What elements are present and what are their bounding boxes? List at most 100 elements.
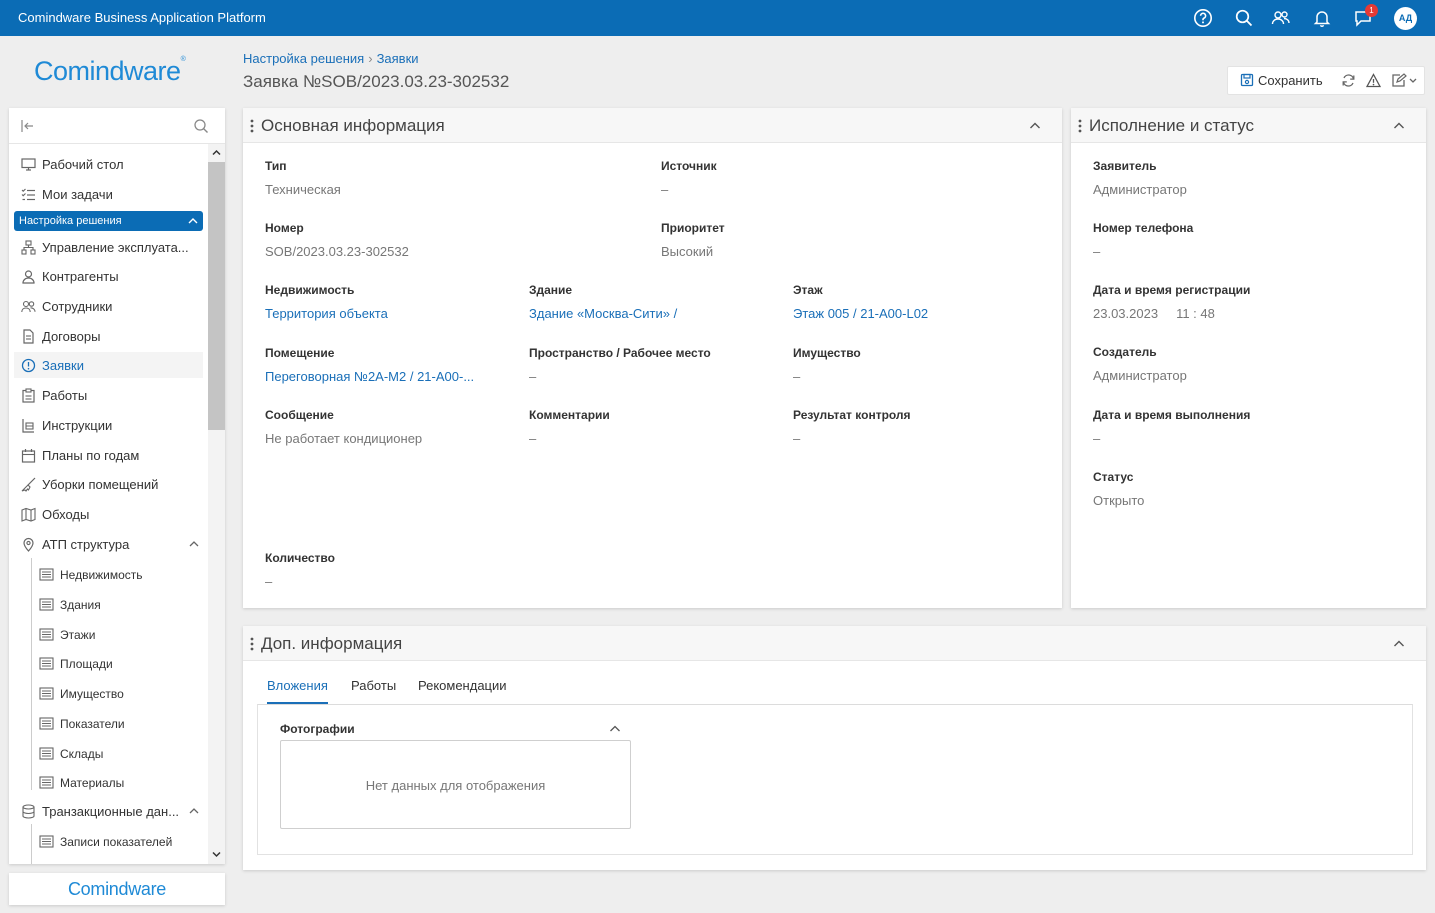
field-floor: Этаж Этаж 005 / 21-A00-L02 [793,283,929,321]
field-value: Администратор [1093,182,1187,197]
sidebar-item-atp-structure[interactable]: АТП структура [14,531,203,557]
collapse-sidebar-icon[interactable] [21,119,35,133]
sidebar-group-solution-settings[interactable]: Настройка решения [14,211,203,231]
database-icon [21,804,36,819]
sidebar-item-contractors[interactable]: Контрагенты [14,263,203,289]
floor-link[interactable]: Этаж 005 / 21-A00-L02 [793,306,928,321]
panel-title: Основная информация [261,116,445,135]
room-link[interactable]: Переговорная №2А-М2 / 21-A00-... [265,369,474,384]
collapse-panel-icon[interactable] [1029,120,1041,132]
sidebar-subitem-materials[interactable]: Материалы [14,769,203,795]
sidebar-item-yearly-plans[interactable]: Планы по годам [14,442,203,468]
scroll-down-icon[interactable] [212,850,221,859]
field-value: – [265,574,273,589]
sidebar-subitem-indicator-records[interactable]: Записи показателей [14,828,203,854]
field-quantity: Количество – [265,551,335,589]
field-value: Не работает кондиционер [265,431,423,446]
chevron-up-icon[interactable] [189,806,199,816]
clipboard-icon [21,388,36,403]
sidebar: Рабочий стол Мои задачи Настройка решени… [9,108,225,864]
collapse-panel-icon[interactable] [1393,638,1405,650]
chevron-up-icon[interactable] [189,539,199,549]
breadcrumb-item-requests[interactable]: Заявки [377,51,419,66]
top-bar: Comindware Business Application Platform… [0,0,1435,36]
broom-icon [21,477,36,492]
status-value: Открыто [1093,493,1145,508]
field-property: Имущество – [793,346,861,384]
refresh-icon[interactable] [1341,73,1356,88]
pin-icon [21,537,36,552]
document-icon [21,329,36,344]
building-link[interactable]: Здание «Москва-Сити» / [529,306,677,321]
field-value: – [1093,431,1101,446]
panel-title: Исполнение и статус [1089,116,1255,135]
sidebar-item-contracts[interactable]: Договоры [14,323,203,349]
field-value: – [1093,244,1101,259]
drag-handle-icon[interactable] [250,637,254,651]
list-icon [39,686,54,701]
help-icon[interactable] [1193,8,1213,28]
sidebar-search-icon[interactable] [193,118,209,134]
sidebar-item-works[interactable]: Работы [14,382,203,408]
sidebar-subitem-areas[interactable]: Площади [14,650,203,676]
list-icon [39,627,54,642]
people-icon[interactable] [1271,8,1291,28]
list-icon [39,567,54,582]
user-avatar[interactable]: АД [1394,7,1417,30]
warning-icon[interactable] [1366,73,1381,88]
app-title: Comindware Business Application Platform [18,10,266,25]
desktop-icon [21,157,36,172]
sidebar-subitem-property[interactable]: Имущество [14,680,203,706]
list-icon [39,716,54,731]
photos-gallery[interactable]: Нет данных для отображения [280,740,631,829]
field-control-result: Результат контроля – [793,408,911,446]
tab-attachments[interactable]: Вложения [267,678,328,704]
chevron-right-icon: › [368,51,373,66]
field-priority: Приоритет Высокий [661,221,725,259]
sidebar-item-requests[interactable]: Заявки [14,352,203,378]
extra-info-panel: Доп. информация Вложения Работы Рекоменд… [243,626,1426,870]
collapse-panel-icon[interactable] [1393,120,1405,132]
edit-menu-icon[interactable] [1391,73,1419,88]
field-creator: Создатель Администратор [1093,345,1187,383]
search-icon[interactable] [1234,8,1254,28]
sidebar-item-operations[interactable]: Управление эксплуата... [14,234,203,260]
scroll-up-icon[interactable] [212,148,221,157]
company-logo: Comindware® [34,56,186,86]
sidebar-item-cleaning[interactable]: Уборки помещений [14,471,203,497]
calendar-icon [21,448,36,463]
sidebar-item-instructions[interactable]: Инструкции [14,412,203,438]
sidebar-item-my-tasks[interactable]: Мои задачи [14,181,203,207]
field-message: Сообщение Не работает кондиционер [265,408,423,446]
field-building: Здание Здание «Москва-Сити» / [529,283,678,321]
realty-link[interactable]: Территория объекта [265,306,388,321]
messages-icon[interactable]: 1 [1353,4,1378,28]
save-icon [1240,73,1254,87]
sidebar-subitem-floors[interactable]: Этажи [14,621,203,647]
field-status: Статус Открыто [1093,470,1145,508]
sidebar-subitem-warehouses[interactable]: Склады [14,740,203,766]
breadcrumb-item-solution[interactable]: Настройка решения [243,51,364,66]
sidebar-item-desktop[interactable]: Рабочий стол [14,151,203,177]
scrollbar-thumb[interactable] [208,162,225,430]
list-icon [39,597,54,612]
collapse-photos-icon[interactable] [609,723,621,735]
drag-handle-icon[interactable] [1078,119,1082,133]
save-button[interactable]: Сохранить [1240,73,1323,88]
sidebar-item-rounds[interactable]: Обходы [14,501,203,527]
field-realty: Недвижимость Территория объекта [265,283,388,321]
user-icon [21,269,36,284]
sidebar-subitem-realty[interactable]: Недвижимость [14,561,203,587]
bell-icon[interactable] [1312,8,1332,28]
sidebar-subitem-buildings[interactable]: Здания [14,591,203,617]
sidebar-scrollbar[interactable] [208,144,225,864]
field-value: – [529,431,537,446]
field-phone: Номер телефона – [1093,221,1194,259]
drag-handle-icon[interactable] [250,119,254,133]
tab-recommendations[interactable]: Рекомендации [418,678,507,704]
tab-works[interactable]: Работы [351,678,396,704]
registration-time: 11 : 48 [1176,306,1215,321]
sidebar-item-employees[interactable]: Сотрудники [14,293,203,319]
sidebar-item-transactional-data[interactable]: Транзакционные дан... [14,798,203,824]
sidebar-subitem-indicators[interactable]: Показатели [14,710,203,736]
